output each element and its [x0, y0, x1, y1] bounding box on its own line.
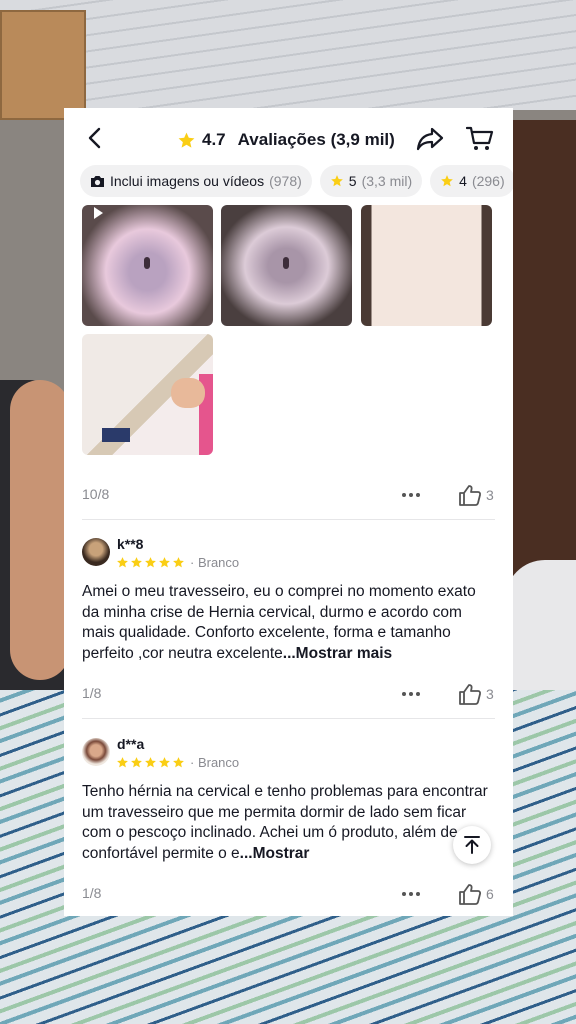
photo-detail	[102, 428, 130, 442]
star-icon	[131, 757, 142, 768]
thumbs-up-icon	[459, 884, 482, 905]
filter-chip-media[interactable]: Inclui imagens ou vídeos (978)	[80, 165, 312, 197]
filter-chip-label: Inclui imagens ou vídeos	[110, 173, 265, 189]
star-icon	[145, 757, 156, 768]
star-icon	[117, 757, 128, 768]
star-icon	[173, 757, 184, 768]
star-icon	[145, 557, 156, 568]
more-dots-icon	[402, 493, 420, 497]
star-icon	[330, 175, 343, 187]
arm	[10, 380, 70, 680]
product-variant: · Branco	[190, 755, 240, 770]
more-options-button[interactable]	[400, 484, 422, 506]
like-count: 3	[486, 686, 494, 702]
star-icon	[117, 557, 128, 568]
photo-pager: 10/8	[82, 486, 110, 502]
scroll-to-top-button[interactable]	[453, 826, 491, 864]
header-rating: 4.7 Avaliações (3,9 mil)	[177, 128, 395, 152]
like-button[interactable]	[458, 883, 482, 905]
star-rating	[116, 756, 185, 769]
avatar	[82, 738, 110, 766]
like-button[interactable]	[458, 683, 482, 705]
photo-pager: 1/8	[82, 885, 102, 901]
review-photo[interactable]	[82, 334, 213, 455]
header: 4.7 Avaliações (3,9 mil)	[64, 108, 513, 168]
ceiling	[0, 0, 576, 110]
review-video-thumbnail[interactable]	[82, 205, 213, 326]
like-count: 3	[486, 487, 494, 503]
door	[512, 120, 576, 600]
filter-chip-4-stars[interactable]: 4 (296)	[430, 165, 513, 197]
product-variant: · Branco	[190, 555, 240, 570]
like-button[interactable]	[458, 484, 482, 506]
star-rating	[116, 556, 185, 569]
camera-icon	[91, 175, 104, 187]
star-icon	[159, 557, 170, 568]
more-dots-icon	[402, 892, 420, 896]
star-icon	[178, 132, 195, 148]
cart-button[interactable]	[465, 125, 494, 153]
star-icon	[131, 557, 142, 568]
review-photo[interactable]	[221, 205, 352, 326]
divider	[82, 718, 495, 719]
cart-icon	[465, 126, 494, 150]
photo-detail	[283, 257, 289, 269]
filter-chip-5-stars[interactable]: 5 (3,3 mil)	[319, 165, 423, 197]
filter-chip-count: (296)	[471, 173, 505, 189]
divider	[82, 519, 495, 520]
show-more-link[interactable]: ...Mostrar	[240, 845, 310, 862]
filter-chips: Inclui imagens ou vídeos (978) 5 (3,3 mi…	[80, 165, 513, 197]
review-body: Amei o meu travesseiro, eu o comprei no …	[82, 583, 476, 662]
cardboard-box	[0, 10, 86, 120]
reviews-panel: 4.7 Avaliações (3,9 mil) Inclui imagens …	[64, 108, 513, 916]
review-meta-row: 10/8 3	[82, 484, 495, 506]
filter-chip-label: 4	[459, 173, 467, 189]
share-button[interactable]	[416, 126, 444, 152]
rating-value: 4.7	[202, 130, 226, 149]
thumbs-up-icon	[459, 485, 482, 506]
show-more-link[interactable]: ...Mostrar mais	[283, 645, 392, 662]
filter-chip-count: (978)	[269, 173, 302, 189]
filter-chip-count: (3,3 mil)	[361, 173, 413, 189]
thumbs-up-icon	[459, 684, 482, 705]
filter-chip-label: 5	[348, 173, 357, 189]
review-text: Amei o meu travesseiro, eu o comprei no …	[82, 582, 495, 664]
photo-detail	[144, 257, 150, 269]
like-count: 6	[486, 886, 494, 902]
share-icon	[416, 127, 444, 151]
star-icon	[173, 557, 184, 568]
play-icon	[94, 207, 103, 219]
star-icon	[159, 757, 170, 768]
page-title: Avaliações (3,9 mil)	[237, 130, 395, 149]
review-photo[interactable]	[361, 205, 492, 326]
arrow-up-icon	[464, 836, 480, 854]
chevron-left-icon	[88, 127, 101, 149]
star-icon	[441, 175, 453, 187]
photo-pager: 1/8	[82, 685, 102, 701]
avatar	[82, 538, 110, 566]
review-meta-row: 1/8 3	[82, 683, 495, 705]
reviewer-name: k**8	[117, 536, 144, 552]
back-button[interactable]	[84, 126, 108, 150]
more-options-button[interactable]	[400, 883, 422, 905]
review-text: Tenho hérnia na cervical e tenho problem…	[82, 782, 495, 864]
reviewer-name: d**a	[117, 736, 145, 752]
photo-detail	[171, 378, 205, 408]
more-dots-icon	[402, 692, 420, 696]
more-options-button[interactable]	[400, 683, 422, 705]
review-meta-row: 1/8 6	[82, 883, 495, 905]
